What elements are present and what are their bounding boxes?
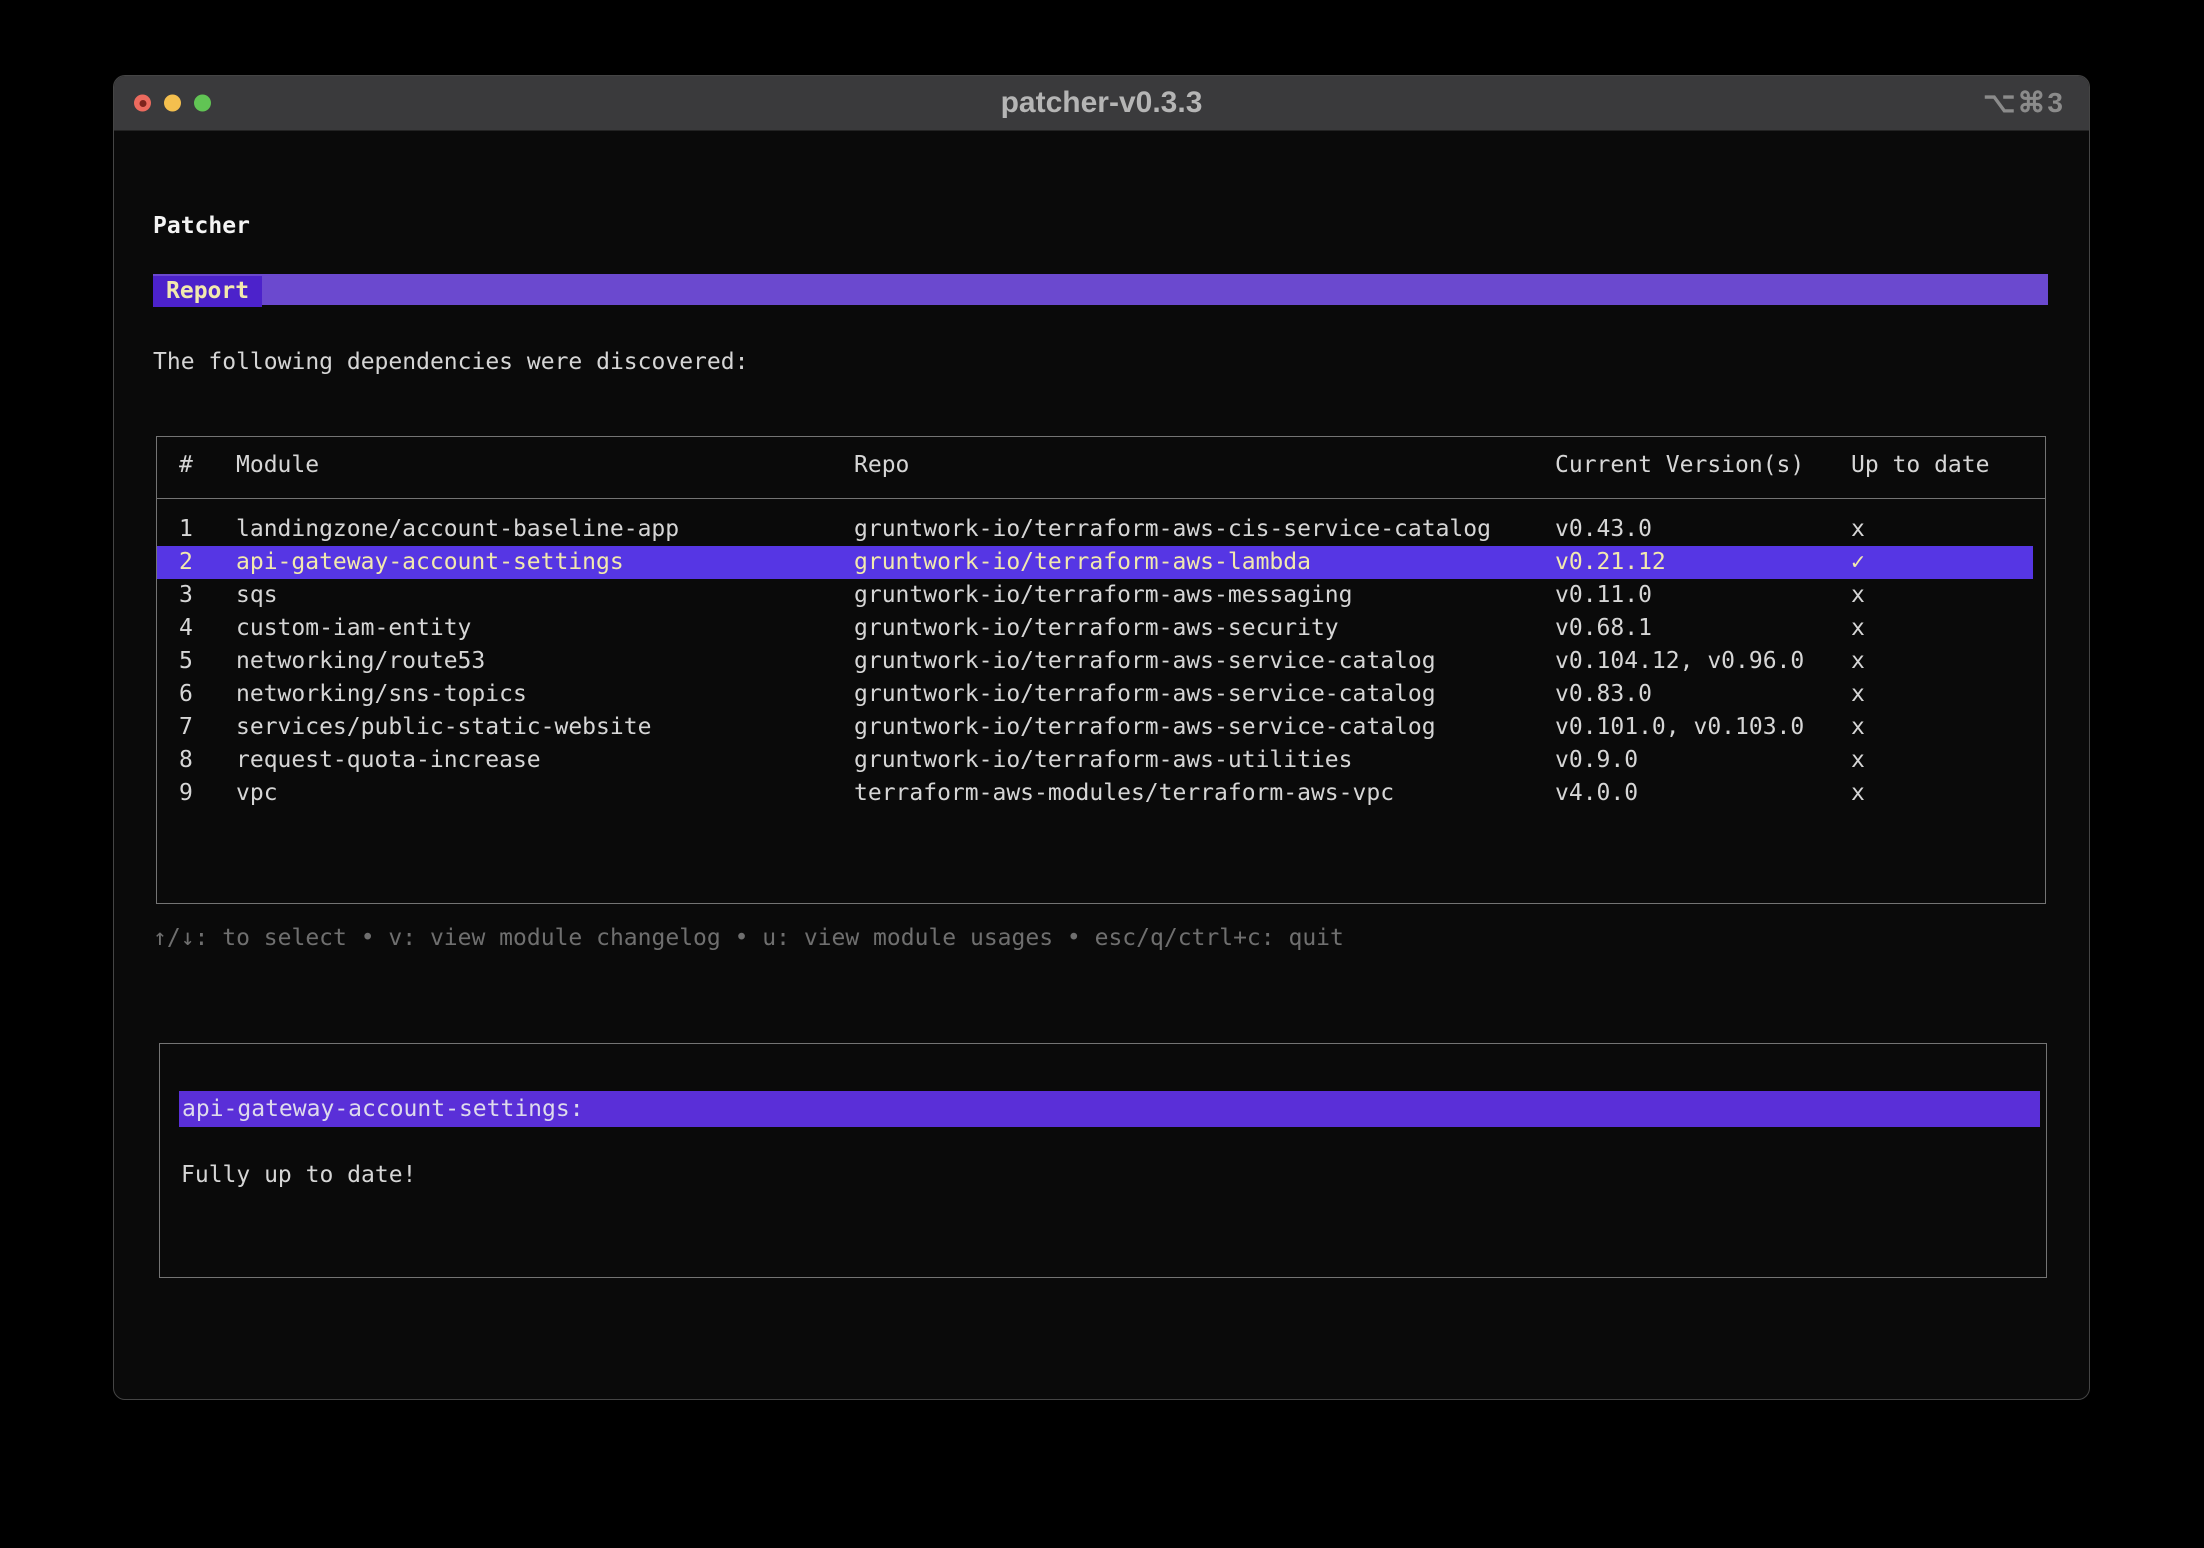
cell-module: landingzone/account-baseline-app [236,516,680,542]
cell-version: v0.11.0 [1555,582,1652,608]
cell-index: 5 [179,648,193,674]
detail-title-bar: api-gateway-account-settings: [179,1091,2040,1127]
cell-version: v0.83.0 [1555,681,1652,707]
cell-version: v0.9.0 [1555,747,1639,773]
cell-module: sqs [236,582,278,608]
cell-version: v0.68.1 [1555,615,1652,641]
header-version: Current Version(s) [1555,451,1805,478]
dep-table-body: 1 landingzone/account-baseline-app grunt… [157,499,2045,810]
cell-repo: gruntwork-io/terraform-aws-security [854,615,1339,641]
tab-bar: Report [153,274,2048,307]
table-row[interactable]: 8 request-quota-increase gruntwork-io/te… [157,744,2045,777]
cell-up-to-date: ✓ [1851,549,1865,575]
cell-version: v0.101.0, v0.103.0 [1555,714,1805,740]
cell-up-to-date: x [1851,516,1865,542]
app-heading: Patcher [153,213,250,239]
cell-up-to-date: x [1851,747,1865,773]
cell-up-to-date: x [1851,648,1865,674]
table-row[interactable]: 2 api-gateway-account-settings gruntwork… [157,546,2033,579]
cell-version: v4.0.0 [1555,780,1639,806]
table-row[interactable]: 7 services/public-static-website gruntwo… [157,711,2045,744]
table-row[interactable]: 6 networking/sns-topics gruntwork-io/ter… [157,678,2045,711]
tab-report[interactable]: Report [153,276,263,307]
cell-index: 3 [179,582,193,608]
table-row[interactable]: 3 sqs gruntwork-io/terraform-aws-messagi… [157,579,2045,612]
cell-version: v0.21.12 [1555,549,1666,575]
cell-index: 8 [179,747,193,773]
cell-version: v0.104.12, v0.96.0 [1555,648,1805,674]
cell-up-to-date: x [1851,582,1865,608]
cell-repo: terraform-aws-modules/terraform-aws-vpc [854,780,1395,806]
detail-status-text: Fully up to date! [181,1162,417,1188]
cell-repo: gruntwork-io/terraform-aws-service-catal… [854,681,1436,707]
cell-index: 2 [179,549,193,575]
header-repo: Repo [854,451,910,478]
cell-repo: gruntwork-io/terraform-aws-service-catal… [854,714,1436,740]
cell-repo: gruntwork-io/terraform-aws-lambda [854,549,1311,575]
cell-repo: gruntwork-io/terraform-aws-utilities [854,747,1353,773]
table-row[interactable]: 1 landingzone/account-baseline-app grunt… [157,513,2045,546]
table-header-row: # Module Repo Current Version(s) Up to d… [157,437,2045,499]
header-module: Module [236,451,320,478]
intro-text: The following dependencies were discover… [153,349,749,375]
cell-up-to-date: x [1851,714,1865,740]
cell-index: 4 [179,615,193,641]
header-up-to-date: Up to date [1851,451,1990,478]
cell-module: networking/route53 [236,648,486,674]
cell-up-to-date: x [1851,780,1865,806]
table-row[interactable]: 5 networking/route53 gruntwork-io/terraf… [157,645,2045,678]
cell-index: 9 [179,780,193,806]
header-index: # [179,451,193,478]
cell-up-to-date: x [1851,615,1865,641]
dependency-table: # Module Repo Current Version(s) Up to d… [156,436,2046,904]
table-row[interactable]: 9 vpc terraform-aws-modules/terraform-aw… [157,777,2045,810]
title-bar[interactable]: patcher-v0.3.3 ⌥⌘3 [114,76,2089,131]
cell-version: v0.43.0 [1555,516,1652,542]
table-row[interactable]: 4 custom-iam-entity gruntwork-io/terrafo… [157,612,2045,645]
cell-index: 1 [179,516,193,542]
cell-repo: gruntwork-io/terraform-aws-cis-service-c… [854,516,1491,542]
cell-index: 6 [179,681,193,707]
cell-repo: gruntwork-io/terraform-aws-messaging [854,582,1353,608]
terminal-content: Patcher Report The following dependencie… [114,131,2089,1399]
window-shortcut-badge: ⌥⌘3 [1983,87,2065,118]
keybinding-help: ↑/↓: to select • v: view module changelo… [153,925,1344,951]
terminal-window: patcher-v0.3.3 ⌥⌘3 Patcher Report The fo… [113,75,2090,1400]
cell-repo: gruntwork-io/terraform-aws-service-catal… [854,648,1436,674]
cell-index: 7 [179,714,193,740]
cell-module: api-gateway-account-settings [236,549,624,575]
cell-module: custom-iam-entity [236,615,472,641]
cell-module: vpc [236,780,278,806]
cell-module: request-quota-increase [236,747,541,773]
cell-up-to-date: x [1851,681,1865,707]
detail-panel: api-gateway-account-settings: Fully up t… [159,1043,2047,1278]
cell-module: services/public-static-website [236,714,652,740]
cell-module: networking/sns-topics [236,681,527,707]
window-title: patcher-v0.3.3 [1000,86,1203,119]
